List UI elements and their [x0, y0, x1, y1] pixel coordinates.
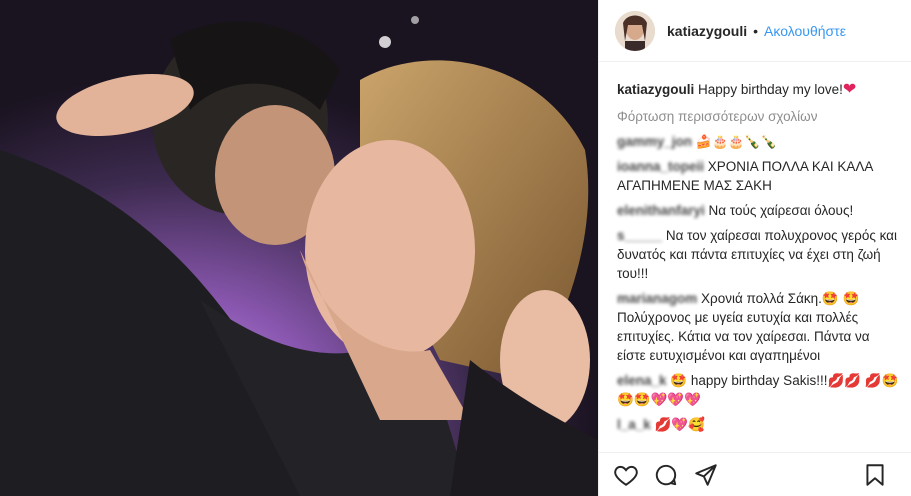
- post-panel: katiazygouli • Ακολουθήστε katiazygouli …: [598, 0, 911, 496]
- avatar-image: [615, 10, 655, 51]
- comment-username[interactable]: gammy_jon: [617, 134, 692, 149]
- caption-text: Happy birthday my love!: [698, 82, 843, 97]
- post-username[interactable]: katiazygouli: [667, 23, 747, 39]
- comment-username[interactable]: s_____: [617, 228, 662, 243]
- share-icon[interactable]: [693, 462, 719, 488]
- action-bar: [599, 452, 911, 496]
- comment-username[interactable]: l_a_k: [617, 417, 651, 432]
- comments-section: katiazygouli Happy birthday my love!❤ Φό…: [599, 62, 911, 434]
- comment-item: elenithanfaryi Να τούς χαίρεσαι όλους!: [617, 201, 899, 220]
- post-header: katiazygouli • Ακολουθήστε: [599, 0, 911, 62]
- post-photo[interactable]: [0, 0, 598, 496]
- heart-emoji-icon: ❤: [842, 81, 857, 98]
- load-more-comments[interactable]: Φόρτωση περισσότερων σχολίων: [617, 107, 899, 126]
- comment-item: gammy_jon 🍰🎂🎂🍾🍾: [617, 132, 899, 151]
- comment-text: Να τούς χαίρεσαι όλους!: [708, 203, 854, 218]
- caption-username[interactable]: katiazygouli: [617, 82, 694, 97]
- comment-item: s_____ Να τον χαίρεσαι πολυχρονος γερός …: [617, 226, 899, 283]
- caption: katiazygouli Happy birthday my love!❤: [617, 80, 899, 99]
- comment-username[interactable]: ioanna_topeii: [617, 159, 704, 174]
- comment-item: marianagom Χρονιά πολλά Σάκη.🤩 🤩 Πολύχρο…: [617, 289, 899, 365]
- comment-text: 💋💖🥰: [654, 417, 705, 432]
- comment-item: l_a_k 💋💖🥰: [617, 415, 899, 434]
- comment-icon[interactable]: [653, 462, 679, 488]
- comment-text: 🍰🎂🎂🍾🍾: [695, 134, 777, 149]
- bookmark-icon[interactable]: [862, 462, 888, 488]
- comment-item: elena_k 🤩 happy birthday Sakis!!!💋💋 💋🤩🤩🤩…: [617, 371, 899, 409]
- follow-button[interactable]: Ακολουθήστε: [764, 23, 846, 39]
- comment-username[interactable]: elena_k: [617, 373, 667, 388]
- photo-image: [0, 0, 598, 496]
- separator-dot: •: [753, 22, 759, 39]
- comment-username[interactable]: elenithanfaryi: [617, 203, 705, 218]
- comment-username[interactable]: marianagom: [617, 291, 697, 306]
- heart-outline-icon[interactable]: [613, 462, 639, 488]
- avatar[interactable]: [615, 10, 655, 51]
- comment-item: ioanna_topeii ΧΡΟΝΙΑ ΠΟΛΛΑ ΚΑΙ ΚΑΛΑ ΑΓΑΠ…: [617, 157, 899, 195]
